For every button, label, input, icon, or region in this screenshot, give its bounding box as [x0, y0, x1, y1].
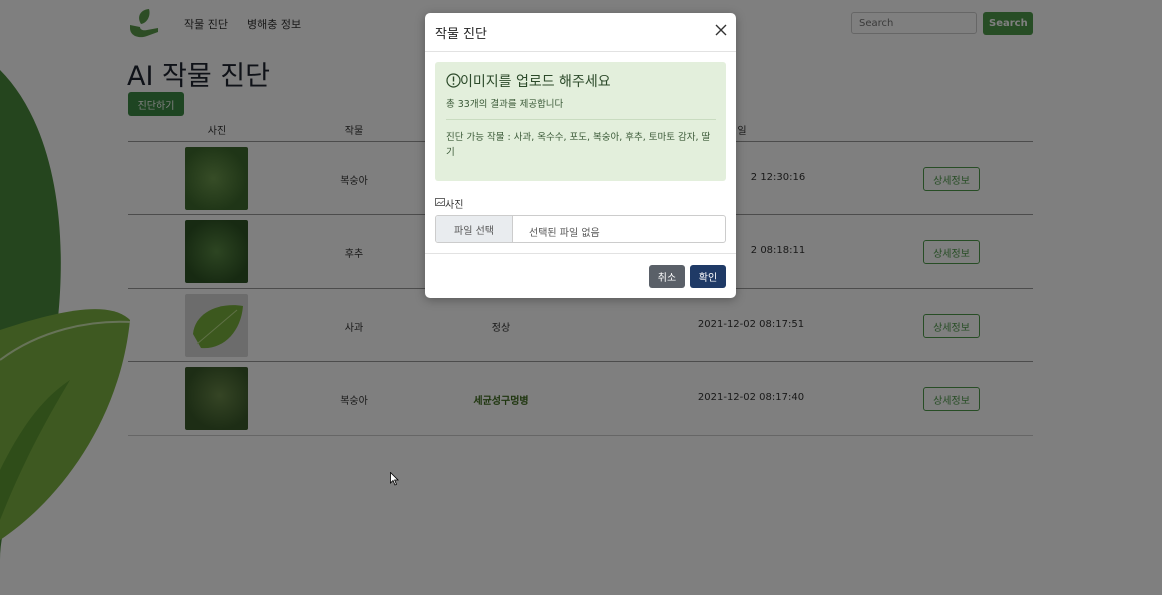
- upload-alert: 이미지를 업로드 해주세요 총 33개의 결과를 제공합니다 진단 가능 작물 …: [435, 62, 726, 181]
- close-icon[interactable]: [714, 23, 728, 37]
- alert-divider: [446, 119, 716, 120]
- alert-heading: 이미지를 업로드 해주세요: [460, 74, 611, 90]
- exclamation-circle-icon: [446, 73, 461, 88]
- choose-file-button[interactable]: 파일 선택: [436, 216, 513, 242]
- no-file-selected-text: 선택된 파일 없음: [529, 228, 600, 239]
- diagnosis-modal: 작물 진단 이미지를 업로드 해주세요 총 33개의 결과를 제공합니다 진단 …: [425, 13, 736, 298]
- supported-crops-text: 진단 가능 작물 : 사과, 옥수수, 포도, 복숭아, 후추, 토마토 감자,…: [446, 132, 711, 158]
- mouse-cursor-icon: [390, 472, 399, 486]
- alert-result-count: 총 33개의 결과를 제공합니다: [446, 99, 564, 110]
- photo-label: 사진: [445, 200, 464, 211]
- cancel-button[interactable]: 취소: [649, 265, 685, 288]
- modal-title: 작물 진단: [435, 27, 487, 42]
- modal-footer: [425, 253, 736, 254]
- confirm-button[interactable]: 확인: [690, 265, 726, 288]
- modal-header: 작물 진단: [425, 13, 736, 52]
- image-icon: [435, 198, 445, 206]
- file-input[interactable]: 파일 선택 선택된 파일 없음: [435, 215, 726, 243]
